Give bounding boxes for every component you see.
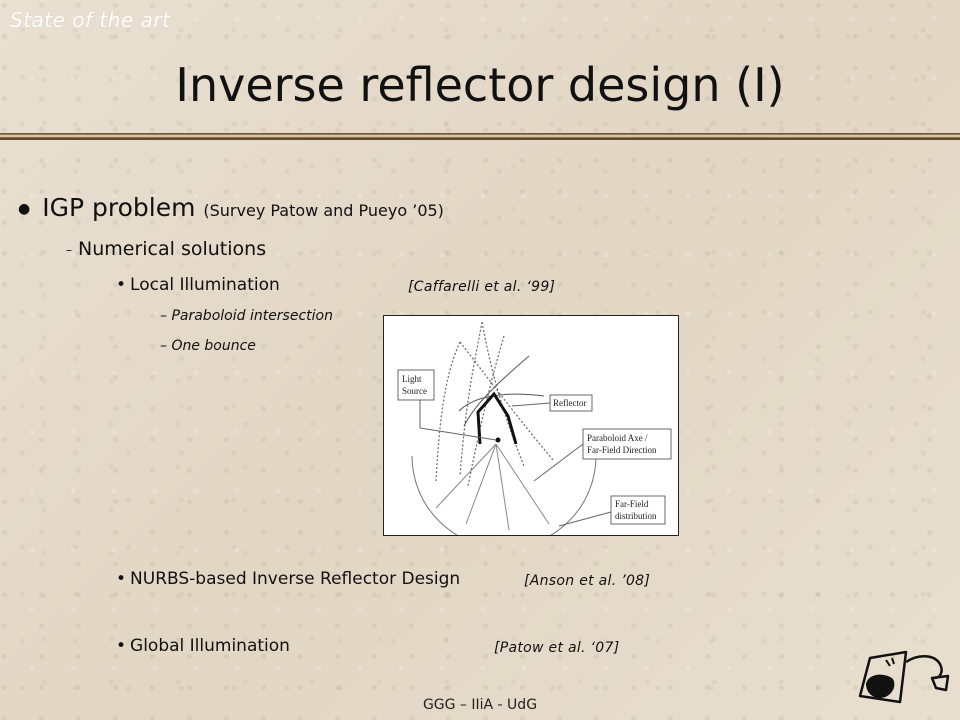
- label-far-field-direction: Far-Field Direction: [587, 445, 657, 455]
- detail-one-bounce: – One bounce: [160, 338, 256, 354]
- bullet-dot-icon: •: [116, 636, 127, 656]
- item-label: NURBS-based Inverse Reflector Design: [130, 569, 461, 589]
- bullet-dot-icon: •: [116, 275, 127, 295]
- citation-caffarelli: [Caffarelli et al. ‘99]: [408, 279, 556, 295]
- citation-patow: [Patow et al. ‘07]: [494, 640, 620, 656]
- label-paraboloid-axe: Paraboloid Axe /: [587, 433, 648, 443]
- light-source-point: [495, 437, 501, 443]
- bullet-dot-icon: ●: [18, 201, 31, 217]
- item-label: Global Illumination: [130, 636, 290, 656]
- item-label: Local Illumination: [130, 275, 280, 295]
- section-label: State of the art: [10, 8, 171, 32]
- detail-paraboloid-intersection: – Paraboloid intersection: [160, 308, 333, 324]
- main-bullet: ● IGP problem (Survey Patow and Pueyo ’05…: [18, 193, 444, 222]
- dragon-sketch-icon: [856, 648, 952, 710]
- label-distribution: distribution: [615, 511, 657, 521]
- reflector-diagram: Light Source Reflector Paraboloid Axe / …: [383, 315, 679, 536]
- item-local-illumination: • Local Illumination: [116, 275, 280, 295]
- footer-text: GGG – IIiA - UdG: [422, 697, 538, 713]
- ray-lines: [435, 443, 550, 531]
- slide-title: Inverse reflector design (I): [175, 58, 785, 112]
- item-global-illumination: • Global Illumination: [116, 636, 290, 656]
- title-divider: [0, 133, 960, 140]
- label-light: Light: [402, 374, 422, 384]
- item-nurbs-design: • NURBS-based Inverse Reflector Design: [116, 569, 460, 589]
- dash-icon: –: [66, 242, 72, 257]
- label-source: Source: [402, 386, 427, 396]
- main-bullet-reference: (Survey Patow and Pueyo ’05): [203, 201, 444, 220]
- sub-bullet: – Numerical solutions: [66, 238, 266, 260]
- label-far-field: Far-Field: [615, 499, 649, 509]
- reflector-diagram-svg: Light Source Reflector Paraboloid Axe / …: [397, 321, 672, 535]
- reflector-shape: [476, 391, 518, 445]
- label-reflector: Reflector: [553, 398, 586, 408]
- paraboloid-outline: [458, 355, 545, 427]
- sub-bullet-text: Numerical solutions: [78, 238, 267, 260]
- logo-svg: [858, 650, 950, 704]
- leader-lines: [419, 400, 612, 527]
- bullet-dot-icon: •: [116, 569, 127, 589]
- citation-anson: [Anson et al. ’08]: [524, 573, 651, 589]
- main-bullet-text: IGP problem: [42, 193, 196, 222]
